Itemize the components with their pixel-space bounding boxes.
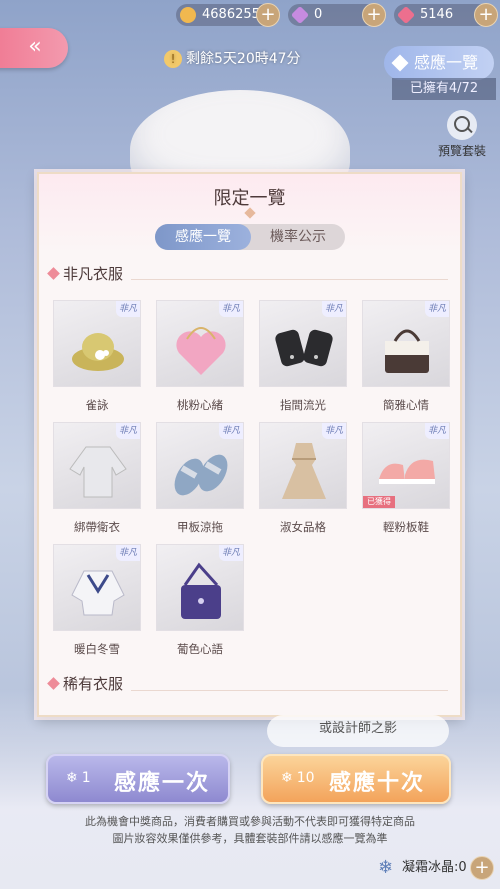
- sneakers-icon: [379, 459, 435, 484]
- diamond-icon: [290, 5, 310, 25]
- item-card[interactable]: 非凡 葡色心語: [156, 544, 244, 657]
- pull-once-label: 感應一次: [114, 771, 211, 796]
- diamond-value: 0: [314, 7, 323, 22]
- preview-suit-button[interactable]: 預覽套裝: [428, 110, 496, 158]
- item-label: 淑女品格: [280, 520, 326, 534]
- section-rare-label: 稀有衣服: [63, 675, 124, 693]
- item-label: 指間流光: [280, 398, 326, 412]
- ice-crystal-label: 凝霜冰晶:0: [402, 860, 467, 875]
- item-label: 暖白冬雪: [74, 642, 120, 656]
- timer-text: 剩餘5天20時47分: [186, 51, 301, 67]
- dress-icon: [282, 443, 326, 499]
- pull-ten-cost: ❄ 10: [281, 770, 315, 786]
- heart-bag-icon: [176, 327, 226, 375]
- section-divider: [131, 279, 448, 280]
- crystal-counter: 5146 +: [394, 3, 498, 27]
- cat-coin-icon: [180, 7, 196, 23]
- item-label: 桃粉心緒: [177, 398, 223, 412]
- crystal-value: 5146: [420, 7, 454, 22]
- item-card[interactable]: 非凡 綁帶衛衣: [53, 422, 141, 535]
- modal-tabs: 感應一覽 機率公示: [155, 224, 345, 250]
- jacket-icon: [71, 570, 125, 616]
- snowflake-icon: ❄: [281, 770, 293, 786]
- item-card[interactable]: 非凡 已獲得 輕粉板鞋: [362, 422, 450, 535]
- rare-badge: 非凡: [219, 301, 243, 317]
- item-card[interactable]: 非凡 暖白冬雪: [53, 544, 141, 657]
- item-label: 輕粉板鞋: [383, 520, 429, 534]
- magnifier-icon: [447, 110, 477, 140]
- double-chevron-left-icon: «: [28, 34, 42, 59]
- item-card[interactable]: 非凡 桃粉心緒: [156, 300, 244, 413]
- pull-once-cost: ❄ 1: [66, 770, 91, 786]
- sweatshirt-icon: [69, 446, 127, 498]
- section-rare-header: 稀有衣服: [47, 674, 123, 694]
- limited-overview-modal: 限定一覽 感應一覽 機率公示 非凡衣服 非凡 雀詠 非凡 桃粉心緒 非凡 指間流…: [37, 172, 462, 717]
- disclaimer: 此為機會中獎商品，消費者購買或參與活動不代表即可獲得特定商品 圖片妝容效果僅供參…: [0, 813, 500, 847]
- diamond-counter: 0 +: [288, 3, 386, 27]
- rare-badge: 非凡: [219, 545, 243, 561]
- add-ice-crystal-button[interactable]: +: [470, 856, 494, 880]
- rare-badge: 非凡: [425, 301, 449, 317]
- crystal-icon: [396, 5, 416, 25]
- item-label: 甲板涼拖: [177, 520, 223, 534]
- snowflake-icon: ❄: [378, 857, 394, 878]
- hat-icon: [72, 333, 124, 371]
- item-card[interactable]: 非凡 甲板涼拖: [156, 422, 244, 535]
- snowflake-icon: ❄: [66, 770, 78, 786]
- gold-value: 4686255: [202, 7, 260, 22]
- rare-badge: 非凡: [425, 423, 449, 439]
- tab-probability[interactable]: 機率公示: [251, 224, 345, 250]
- pull-once-button[interactable]: ❄ 1 感應一次: [46, 754, 230, 804]
- pull-ten-label: 感應十次: [329, 771, 426, 796]
- purple-bag-icon: [181, 562, 221, 619]
- gloves-icon: [275, 329, 333, 367]
- currency-bar: 4686255 + 0 + 5146 +: [0, 3, 500, 28]
- gold-counter: 4686255 +: [176, 3, 280, 27]
- add-crystal-button[interactable]: +: [474, 3, 498, 27]
- preview-label: 預覽套裝: [437, 144, 486, 158]
- diamond-bullet-icon: [47, 677, 60, 690]
- exclamation-icon: !: [164, 50, 182, 68]
- rare-badge: 非凡: [219, 423, 243, 439]
- item-card[interactable]: 非凡 雀詠: [53, 300, 141, 413]
- gacha-tab-label: 感應一覽: [413, 53, 478, 72]
- rare-badge: 非凡: [116, 423, 140, 439]
- rare-badge: 非凡: [322, 301, 346, 317]
- rare-badge: 非凡: [116, 545, 140, 561]
- section-uncommon-label: 非凡衣服: [63, 265, 124, 283]
- disclaimer-line-2: 圖片妝容效果僅供參考，具體套裝部件請以感應一覽為準: [112, 832, 388, 845]
- item-card[interactable]: 非凡 指間流光: [259, 300, 347, 413]
- event-timer: ! 剩餘5天20時47分: [164, 48, 336, 70]
- guarantee-bubble: 或設計師之影: [267, 715, 449, 747]
- section-uncommon-header: 非凡衣服: [47, 264, 123, 284]
- pull-ten-button[interactable]: ❄ 10 感應十次: [261, 754, 451, 804]
- sandals-icon: [174, 454, 228, 496]
- item-card[interactable]: 非凡 淑女品格: [259, 422, 347, 535]
- rare-badge: 非凡: [116, 301, 140, 317]
- item-label: 綁帶衛衣: [74, 520, 120, 534]
- diamond-icon: [391, 54, 409, 72]
- add-gold-button[interactable]: +: [256, 3, 280, 27]
- obtained-badge: 已獲得: [363, 496, 395, 508]
- disclaimer-line-1: 此為機會中獎商品，消費者購買或參與活動不代表即可獲得特定商品: [85, 815, 415, 828]
- item-card[interactable]: 非凡 簡雅心情: [362, 300, 450, 413]
- gacha-overview-tab[interactable]: 感應一覽: [384, 46, 494, 80]
- section-divider: [131, 690, 448, 691]
- add-diamond-button[interactable]: +: [362, 3, 386, 27]
- guarantee-text: 或設計師之影: [318, 721, 397, 736]
- diamond-bullet-icon: [47, 267, 60, 280]
- back-button[interactable]: «: [0, 28, 68, 68]
- owned-count: 已擁有4/72: [392, 78, 496, 100]
- ice-crystal-counter: ❄ 凝霜冰晶:0 +: [376, 856, 496, 880]
- tab-overview[interactable]: 感應一覽: [155, 224, 251, 250]
- item-label: 簡雅心情: [383, 398, 429, 412]
- handbag-icon: [385, 329, 429, 373]
- rare-badge: 非凡: [322, 423, 346, 439]
- item-label: 雀詠: [85, 398, 109, 412]
- item-label: 葡色心語: [177, 642, 223, 656]
